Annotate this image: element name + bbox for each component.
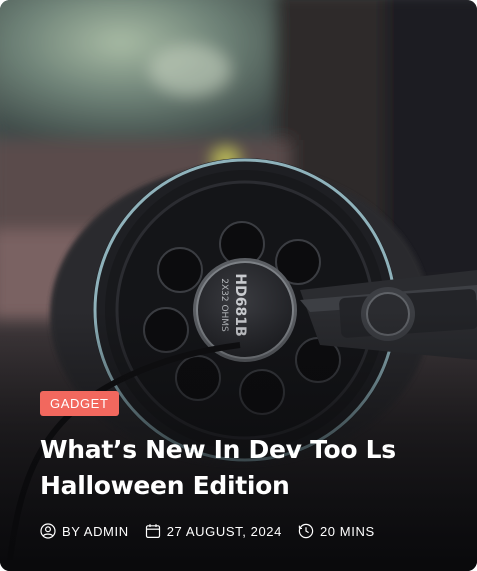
read-time-meta: 20 MINS — [298, 523, 375, 539]
post-card[interactable]: HD681B 2X32 OHMS GADGET What’s New In De… — [0, 0, 477, 571]
read-time-label: 20 MINS — [319, 523, 375, 539]
author-meta[interactable]: BY ADMIN — [40, 523, 129, 539]
post-meta: BY ADMIN 27 AUGUST, 2024 20 MINS — [40, 523, 447, 539]
date-meta: 27 AUGUST, 2024 — [145, 523, 282, 539]
post-title[interactable]: What’s New In Dev Too Ls Halloween Editi… — [40, 432, 440, 504]
clock-icon — [298, 523, 314, 539]
post-content: GADGET What’s New In Dev Too Ls Hallowee… — [40, 391, 447, 539]
user-circle-icon — [40, 523, 56, 539]
calendar-icon — [145, 524, 160, 539]
category-badge[interactable]: GADGET — [40, 391, 119, 416]
date-label: 27 AUGUST, 2024 — [166, 523, 282, 539]
author-label: BY ADMIN — [62, 523, 129, 539]
